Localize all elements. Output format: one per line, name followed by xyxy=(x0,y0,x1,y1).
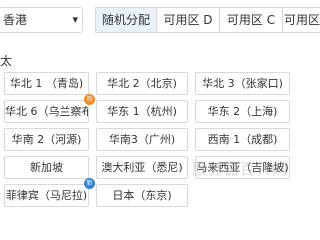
zone-tab-more[interactable]: 可用区 xyxy=(282,7,320,33)
region-button-shanghai[interactable]: 华东 2（上海) xyxy=(195,100,290,123)
hot-badge-icon: 热 xyxy=(84,94,95,105)
region-button-zhangjiakou[interactable]: 华北 3（张家口) xyxy=(195,72,290,95)
zone-tab-random[interactable]: 随机分配 xyxy=(95,7,157,33)
region-button-singapore[interactable]: 新加坡 xyxy=(4,156,89,179)
chevron-down-icon: ▾ xyxy=(72,13,78,26)
region-button-ulanqab[interactable]: 华北 6（乌兰察布) xyxy=(4,100,89,123)
region-button-manila[interactable]: 菲律宾（马尼拉) xyxy=(4,184,89,207)
zone-tabs: 随机分配 可用区 D 可用区 C 可用区 xyxy=(95,7,320,33)
region-button-sydney[interactable]: 澳大利亚（悉尼) xyxy=(96,156,188,179)
region-button-tokyo[interactable]: 日本（东京) xyxy=(96,184,188,207)
zone-tab-c[interactable]: 可用区 C xyxy=(219,7,283,33)
new-badge-icon: 新 xyxy=(84,178,95,189)
zone-tab-d[interactable]: 可用区 D xyxy=(156,7,220,33)
region-button-heyuan[interactable]: 华南 2（河源) xyxy=(4,128,89,151)
section-label-asia-pacific: 太 xyxy=(0,54,13,68)
region-button-guangzhou[interactable]: 华南3（广州) xyxy=(96,128,188,151)
watermark: 服务器百科网 xyxy=(192,160,289,178)
region-select[interactable]: 香港 ▾ xyxy=(0,7,83,33)
region-button-hangzhou[interactable]: 华东 1（杭州) xyxy=(96,100,188,123)
region-button-qingdao[interactable]: 华北 1 （青岛) xyxy=(4,72,89,95)
region-select-value: 香港 xyxy=(3,13,28,27)
region-button-beijing[interactable]: 华北 2（北京) xyxy=(96,72,188,95)
zone-toolbar: 香港 ▾ 随机分配 可用区 D 可用区 C 可用区 xyxy=(0,0,320,40)
region-button-chengdu[interactable]: 西南 1（成都) xyxy=(195,128,290,151)
